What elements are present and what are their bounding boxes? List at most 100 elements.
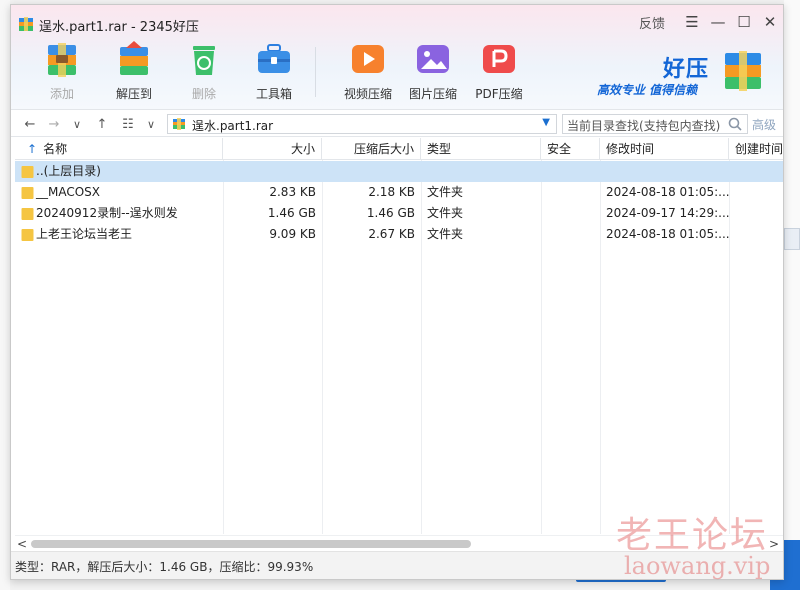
brand-name: 好压 bbox=[663, 57, 710, 82]
sort-ascending-icon: ↑ bbox=[27, 142, 38, 156]
table-row[interactable]: 上老王论坛当老王 9.09 KB 2.67 KB 文件夹 2024-08-18 … bbox=[15, 224, 783, 245]
row-type: 文件夹 bbox=[427, 227, 464, 241]
table-row-parent[interactable]: ..(上层目录) bbox=[15, 161, 783, 182]
history-dropdown[interactable]: ∨ bbox=[67, 110, 87, 138]
search-input[interactable]: 当前目录查找(支持包内查找) bbox=[562, 114, 748, 134]
view-mode-dropdown[interactable]: ∨ bbox=[141, 110, 161, 138]
back-button[interactable]: ← bbox=[19, 110, 41, 138]
brand-archive-icon bbox=[725, 51, 761, 91]
pdf-compress-button[interactable]: PDF压缩 bbox=[464, 39, 534, 105]
horizontal-scrollbar[interactable]: < > bbox=[15, 535, 783, 551]
window-title: 逞水.part1.rar - 2345好压 bbox=[39, 20, 199, 35]
toolbox-button[interactable]: 工具箱 bbox=[239, 39, 309, 105]
scroll-left-icon[interactable]: < bbox=[17, 536, 27, 552]
row-modified: 2024-09-17 14:29:... bbox=[606, 206, 729, 220]
folder-icon bbox=[21, 207, 34, 220]
search-placeholder: 当前目录查找(支持包内查找) bbox=[567, 119, 721, 133]
column-size[interactable]: 大小 bbox=[223, 138, 322, 160]
path-text: 逞水.part1.rar bbox=[192, 119, 274, 133]
folder-icon bbox=[21, 165, 34, 178]
row-size: 9.09 KB bbox=[269, 227, 316, 241]
toolbox-label: 工具箱 bbox=[255, 87, 292, 101]
column-created[interactable]: 创建时间 bbox=[729, 138, 783, 160]
background-left bbox=[0, 0, 10, 590]
video-compress-label: 视频压缩 bbox=[343, 87, 392, 101]
row-name-text: 上老王论坛当老王 bbox=[36, 227, 133, 241]
row-name: 上老王论坛当老王 bbox=[15, 224, 223, 245]
main-toolbar: 添加 解压到 删除 工具箱 视频压缩 图片压缩 PDF压缩 bbox=[11, 39, 571, 107]
table-row[interactable]: 20240912录制--逞水则发 1.46 GB 1.46 GB 文件夹 202… bbox=[15, 203, 783, 224]
menu-icon[interactable]: ☰ bbox=[679, 11, 705, 33]
extract-icon bbox=[120, 41, 148, 75]
pdf-icon bbox=[483, 45, 515, 73]
title-bar: 逞水.part1.rar - 2345好压 反馈 ☰ — ☐ ✕ 添加 解压到 … bbox=[11, 5, 783, 109]
column-name[interactable]: ↑ 名称 bbox=[15, 138, 223, 160]
row-type: 文件夹 bbox=[427, 185, 464, 199]
close-button[interactable]: ✕ bbox=[757, 11, 783, 33]
delete-label: 删除 bbox=[191, 87, 216, 101]
row-name: __MACOSX bbox=[15, 182, 223, 203]
up-button[interactable]: ↑ bbox=[91, 110, 113, 138]
add-label: 添加 bbox=[49, 87, 74, 101]
toolbar-divider bbox=[315, 47, 316, 97]
column-name-label: 名称 bbox=[43, 142, 68, 156]
row-packed-size: 2.18 KB bbox=[368, 185, 415, 199]
archive-window: 逞水.part1.rar - 2345好压 反馈 ☰ — ☐ ✕ 添加 解压到 … bbox=[10, 4, 784, 580]
image-compress-button[interactable]: 图片压缩 bbox=[398, 39, 468, 105]
row-name: ..(上层目录) bbox=[15, 161, 223, 182]
column-modified[interactable]: 修改时间 bbox=[600, 138, 729, 160]
table-row[interactable]: __MACOSX 2.83 KB 2.18 KB 文件夹 2024-08-18 … bbox=[15, 182, 783, 203]
app-logo-icon bbox=[19, 17, 33, 31]
brand-slogan: 高效专业 值得信赖 bbox=[597, 83, 698, 97]
brand-logo: 好压 高效专业 值得信赖 bbox=[597, 45, 761, 101]
search-icon[interactable] bbox=[727, 116, 743, 132]
add-archive-icon bbox=[48, 43, 76, 77]
file-list-header: ↑ 名称 大小 压缩后大小 类型 安全 修改时间 创建时间 bbox=[15, 138, 783, 160]
archive-file-icon bbox=[173, 118, 185, 130]
path-dropdown-icon[interactable]: ▼ bbox=[542, 117, 550, 128]
video-icon bbox=[352, 45, 384, 73]
row-modified: 2024-08-18 01:05:... bbox=[606, 227, 729, 241]
background-widget bbox=[784, 228, 800, 250]
address-bar: ← → ∨ ↑ ☷ ∨ 逞水.part1.rar ▼ 当前目录查找(支持包内查找… bbox=[11, 109, 783, 137]
view-mode-button[interactable]: ☷ bbox=[117, 110, 139, 138]
row-packed-size: 2.67 KB bbox=[368, 227, 415, 241]
extract-label: 解压到 bbox=[115, 87, 152, 101]
video-compress-button[interactable]: 视频压缩 bbox=[333, 39, 403, 105]
row-packed-size: 1.46 GB bbox=[366, 206, 415, 220]
image-icon bbox=[417, 45, 449, 73]
status-bar: 类型：RAR，解压后大小：1.46 GB，压缩比：99.93% bbox=[11, 551, 783, 579]
minimize-button[interactable]: — bbox=[705, 11, 731, 33]
column-security[interactable]: 安全 bbox=[541, 138, 600, 160]
window-controls: 反馈 ☰ — ☐ ✕ bbox=[639, 11, 783, 33]
background-right bbox=[784, 0, 800, 590]
row-name-text: __MACOSX bbox=[36, 185, 101, 199]
add-button[interactable]: 添加 bbox=[27, 39, 97, 105]
row-name-text: 20240912录制--逞水则发 bbox=[36, 206, 178, 220]
file-list: ↑ 名称 大小 压缩后大小 类型 安全 修改时间 创建时间 ..(上层目录) __… bbox=[15, 138, 783, 534]
column-packed-size[interactable]: 压缩后大小 bbox=[322, 138, 421, 160]
row-name-text: ..(上层目录) bbox=[36, 164, 101, 178]
column-type[interactable]: 类型 bbox=[421, 138, 541, 160]
recycle-icon bbox=[193, 46, 215, 75]
status-text: 类型：RAR，解压后大小：1.46 GB，压缩比：99.93% bbox=[15, 560, 314, 574]
scrollbar-thumb[interactable] bbox=[31, 540, 471, 548]
delete-button[interactable]: 删除 bbox=[169, 39, 239, 105]
row-size: 2.83 KB bbox=[269, 185, 316, 199]
row-modified: 2024-08-18 01:05:... bbox=[606, 185, 729, 199]
maximize-button[interactable]: ☐ bbox=[731, 11, 757, 33]
row-size: 1.46 GB bbox=[267, 206, 316, 220]
scroll-right-icon[interactable]: > bbox=[769, 536, 779, 552]
advanced-search-link[interactable]: 高级 bbox=[752, 116, 776, 133]
row-name: 20240912录制--逞水则发 bbox=[15, 203, 223, 224]
forward-button[interactable]: → bbox=[43, 110, 65, 138]
row-type: 文件夹 bbox=[427, 206, 464, 220]
image-compress-label: 图片压缩 bbox=[408, 87, 457, 101]
folder-icon bbox=[21, 186, 34, 199]
folder-icon bbox=[21, 228, 34, 241]
pdf-compress-label: PDF压缩 bbox=[475, 87, 523, 101]
toolbox-icon bbox=[258, 44, 290, 73]
extract-button[interactable]: 解压到 bbox=[99, 39, 169, 105]
feedback-link[interactable]: 反馈 bbox=[639, 13, 665, 32]
path-input[interactable]: 逞水.part1.rar ▼ bbox=[167, 114, 557, 134]
